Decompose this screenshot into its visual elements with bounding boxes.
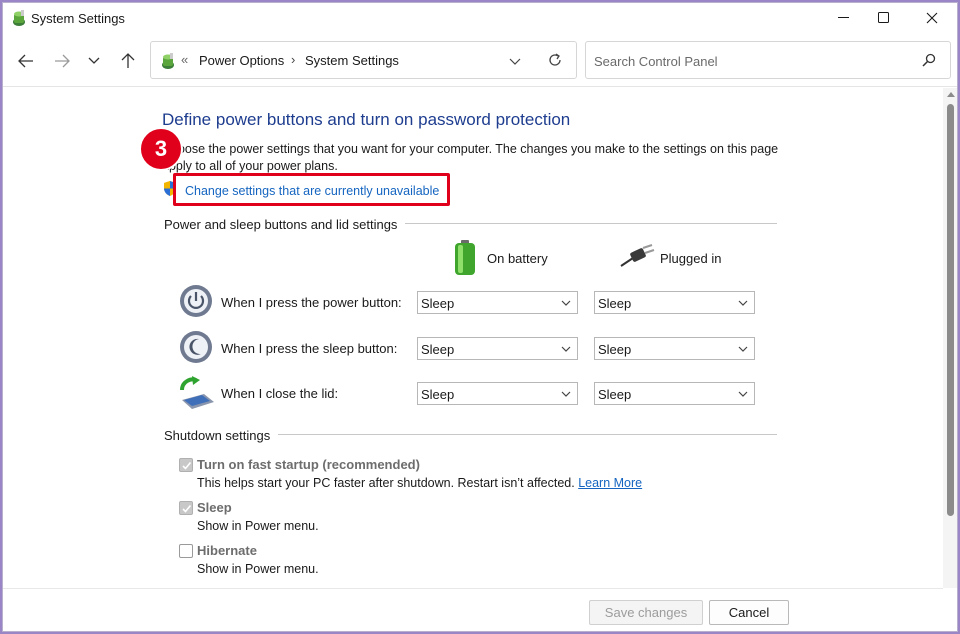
- main-content: Define power buttons and turn on passwor…: [3, 88, 943, 588]
- lid-close-label: When I close the lid:: [221, 386, 339, 401]
- chevron-down-icon: [561, 391, 571, 397]
- sleep-option-description: Show in Power menu.: [197, 519, 319, 533]
- sleep-option-label: Sleep: [197, 500, 232, 515]
- window-title: System Settings: [31, 11, 125, 26]
- page-title: Define power buttons and turn on passwor…: [162, 110, 571, 129]
- lid-close-battery-select[interactable]: Sleep: [417, 382, 578, 405]
- lid-close-plugged-select[interactable]: Sleep: [594, 382, 755, 405]
- breadcrumb-system-settings[interactable]: System Settings: [305, 53, 399, 68]
- sleep-button-plugged-select[interactable]: Sleep: [594, 337, 755, 360]
- chevron-down-icon: [88, 57, 100, 64]
- hibernate-option-label: Hibernate: [197, 543, 257, 558]
- recent-locations-button[interactable]: [81, 49, 107, 73]
- close-button[interactable]: [909, 3, 955, 33]
- cancel-button[interactable]: Cancel: [709, 600, 789, 625]
- select-value: Sleep: [421, 296, 455, 311]
- control-panel-icon: [160, 52, 176, 70]
- select-value: Sleep: [421, 342, 455, 357]
- sleep-checkbox[interactable]: [179, 501, 193, 515]
- minimize-icon: [838, 17, 849, 18]
- chevron-down-icon: [738, 346, 748, 352]
- column-on-battery: On battery: [487, 251, 548, 266]
- save-changes-button[interactable]: Save changes: [589, 600, 703, 625]
- chevron-down-icon: [561, 300, 571, 306]
- hibernate-checkbox[interactable]: [179, 544, 193, 558]
- power-section-title: Power and sleep buttons and lid settings: [164, 217, 406, 232]
- laptop-lid-icon: [178, 376, 216, 413]
- search-input[interactable]: Search Control Panel: [594, 54, 718, 69]
- section-divider: [273, 434, 777, 435]
- learn-more-link[interactable]: Learn More: [578, 476, 642, 490]
- highlight-box: [173, 173, 450, 206]
- select-value: Sleep: [598, 296, 632, 311]
- fast-startup-checkbox[interactable]: [179, 458, 193, 472]
- maximize-icon: [878, 12, 889, 23]
- back-button[interactable]: [13, 49, 39, 73]
- sleep-button-icon: [179, 330, 213, 367]
- power-plug-icon: [619, 244, 655, 271]
- select-value: Sleep: [598, 387, 632, 402]
- system-settings-window: System Settings « Power Options › System…: [2, 2, 958, 632]
- title-bar: System Settings: [3, 3, 957, 33]
- hibernate-option-description: Show in Power menu.: [197, 562, 319, 576]
- check-icon: [182, 461, 192, 470]
- select-value: Sleep: [421, 387, 455, 402]
- column-plugged-in: Plugged in: [660, 251, 722, 266]
- fast-startup-label: Turn on fast startup (recommended): [197, 457, 420, 472]
- scroll-up-icon[interactable]: [947, 91, 955, 97]
- power-button-plugged-select[interactable]: Sleep: [594, 291, 755, 314]
- control-panel-icon: [11, 9, 27, 27]
- chevron-down-icon: [509, 58, 521, 65]
- vertical-scrollbar[interactable]: [943, 88, 957, 588]
- breadcrumb-separator[interactable]: ›: [291, 52, 295, 67]
- breadcrumb-power-options[interactable]: Power Options: [199, 53, 284, 68]
- sleep-button-battery-select[interactable]: Sleep: [417, 337, 578, 360]
- navigation-bar: « Power Options › System Settings Search…: [3, 33, 957, 87]
- check-icon: [182, 504, 192, 513]
- search-box[interactable]: Search Control Panel: [585, 41, 951, 79]
- search-icon[interactable]: [922, 53, 936, 70]
- close-icon: [926, 12, 938, 24]
- scrollbar-thumb[interactable]: [947, 104, 954, 516]
- battery-icon: [453, 240, 477, 279]
- forward-button[interactable]: [49, 49, 75, 73]
- maximize-button[interactable]: [861, 3, 907, 33]
- up-button[interactable]: [115, 49, 141, 73]
- chevron-down-icon: [561, 346, 571, 352]
- sleep-button-label: When I press the sleep button:: [221, 341, 398, 356]
- select-value: Sleep: [598, 342, 632, 357]
- step-badge: 3: [139, 127, 183, 171]
- arrow-up-icon: [121, 53, 135, 68]
- intro-text: Choose the power settings that you want …: [162, 142, 779, 173]
- chevron-down-icon: [738, 391, 748, 397]
- footer-bar: Save changes Cancel: [3, 588, 943, 631]
- power-button-icon: [179, 284, 213, 321]
- refresh-button[interactable]: [547, 52, 563, 71]
- address-dropdown-button[interactable]: [509, 54, 521, 69]
- breadcrumb-overflow[interactable]: «: [181, 52, 188, 67]
- shutdown-section-title: Shutdown settings: [164, 428, 279, 443]
- power-button-battery-select[interactable]: Sleep: [417, 291, 578, 314]
- address-bar[interactable]: « Power Options › System Settings: [150, 41, 577, 79]
- power-button-label: When I press the power button:: [221, 295, 402, 310]
- arrow-left-icon: [18, 54, 33, 68]
- section-divider: [383, 223, 777, 224]
- arrow-right-icon: [55, 54, 70, 68]
- chevron-down-icon: [738, 300, 748, 306]
- fast-startup-description: This helps start your PC faster after sh…: [197, 476, 643, 490]
- refresh-icon: [549, 53, 561, 66]
